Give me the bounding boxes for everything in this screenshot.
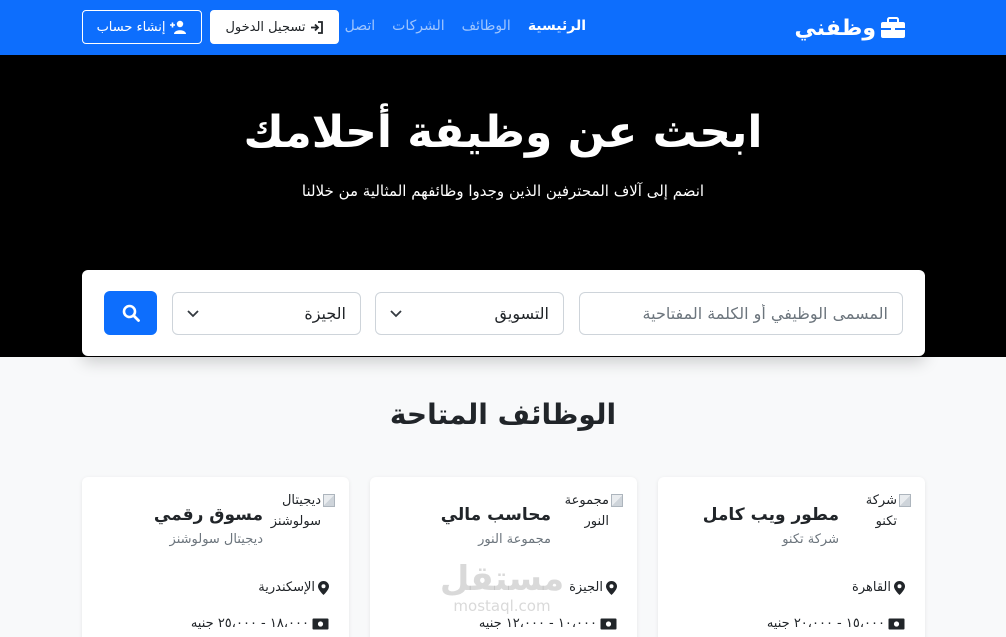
job-company: ديجيتال سولوشنز <box>169 532 263 547</box>
broken-image-icon <box>899 494 911 507</box>
broken-image-icon <box>611 494 623 507</box>
job-card[interactable]: شركة تكنو مطور ويب كامل شركة تكنو القاهر… <box>658 477 925 637</box>
city-select-value: الجيزة <box>304 304 346 323</box>
chevron-down-icon <box>390 309 402 317</box>
map-marker-icon <box>318 580 329 595</box>
company-logo-alt: مجموعة النور <box>564 493 609 529</box>
signup-button[interactable]: إنشاء حساب <box>82 10 202 44</box>
job-title[interactable]: مطور ويب كامل <box>703 505 839 525</box>
company-logo: ديجيتال سولوشنز <box>271 491 335 533</box>
job-salary-text: ١٠،٠٠٠ - ١٢،٠٠٠ جنيه <box>478 616 597 631</box>
jobs-section-title: الوظائف المتاحة <box>389 398 617 431</box>
category-select-value: التسويق <box>494 304 549 323</box>
job-location-text: القاهرة <box>852 580 891 595</box>
job-location: القاهرة <box>852 580 905 595</box>
job-title[interactable]: مسوق رقمي <box>154 505 263 525</box>
job-salary: ١٠،٠٠٠ - ١٢،٠٠٠ جنيه <box>479 616 617 631</box>
search-card: التسويق الجيزة <box>82 270 925 356</box>
job-location: الجيزة <box>569 580 617 595</box>
company-logo-alt: شركة تكنو <box>865 493 897 529</box>
nav-link-home[interactable]: الرئيسية <box>528 18 586 34</box>
money-icon <box>312 618 329 629</box>
nav-link-jobs[interactable]: الوظائف <box>462 18 511 34</box>
job-location: الإسكندرية <box>258 580 329 595</box>
briefcase-icon <box>881 17 905 38</box>
search-button[interactable] <box>104 291 157 335</box>
job-salary: ١٨،٠٠٠ - ٢٥،٠٠٠ جنيه <box>191 616 329 631</box>
chevron-down-icon <box>187 309 199 317</box>
job-salary: ١٥،٠٠٠ - ٢٠،٠٠٠ جنيه <box>767 616 905 631</box>
map-marker-icon <box>894 580 905 595</box>
job-card[interactable]: ديجيتال سولوشنز مسوق رقمي ديجيتال سولوشن… <box>82 477 349 637</box>
hero-title: ابحث عن وظيفة أحلامك <box>243 107 763 158</box>
keyword-search-input[interactable] <box>579 292 903 335</box>
company-logo: شركة تكنو <box>859 491 911 533</box>
user-plus-icon <box>170 20 187 34</box>
top-navbar: وظفني الرئيسية الوظائف الشركات اتصل بنا … <box>0 0 1006 55</box>
login-button[interactable]: تسجيل الدخول <box>210 10 339 44</box>
category-select[interactable]: التسويق <box>375 292 564 335</box>
money-icon <box>600 618 617 629</box>
brand-logo[interactable]: وظفني <box>795 12 906 44</box>
nav-link-companies[interactable]: الشركات <box>392 18 444 34</box>
job-card[interactable]: مجموعة النور محاسب مالي مجموعة النور الج… <box>370 477 637 637</box>
job-salary-text: ١٥،٠٠٠ - ٢٠،٠٠٠ جنيه <box>766 616 885 631</box>
job-company: مجموعة النور <box>478 532 551 547</box>
sign-in-icon <box>310 20 323 34</box>
brand-name: وظفني <box>794 15 876 41</box>
job-location-text: الجيزة <box>569 580 603 595</box>
signup-label: إنشاء حساب <box>96 19 166 35</box>
hero-subtitle: انضم إلى آلاف المحترفين الذين وجدوا وظائ… <box>301 182 705 200</box>
city-select[interactable]: الجيزة <box>172 292 361 335</box>
money-icon <box>888 618 905 629</box>
company-logo: مجموعة النور <box>565 491 623 533</box>
broken-image-icon <box>323 494 335 507</box>
company-logo-alt: ديجيتال سولوشنز <box>270 493 321 529</box>
search-icon <box>122 304 140 322</box>
nav-links: الرئيسية الوظائف الشركات اتصل بنا <box>328 18 586 34</box>
map-marker-icon <box>606 580 617 595</box>
job-title[interactable]: محاسب مالي <box>441 505 551 525</box>
job-company: شركة تكنو <box>782 532 839 547</box>
job-location-text: الإسكندرية <box>258 580 315 595</box>
login-label: تسجيل الدخول <box>225 19 306 35</box>
job-salary-text: ١٨،٠٠٠ - ٢٥،٠٠٠ جنيه <box>190 616 309 631</box>
